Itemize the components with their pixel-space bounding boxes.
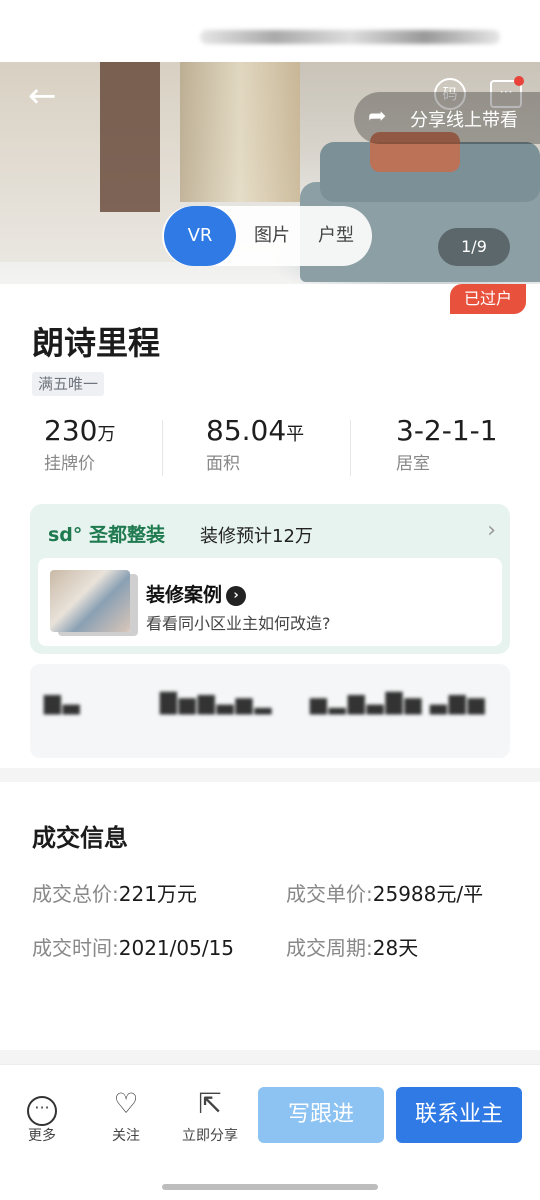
follow-label: 关注 [112,1128,140,1144]
deal-info-title: 成交信息 [32,824,128,852]
blurred-text: ▇▅▆▃▅▂ [160,690,274,715]
heart-icon: ♡ [113,1087,139,1120]
deal-date-value: 2021/05/15 [118,936,235,960]
stat-label: 挂牌价 [44,454,95,474]
stat-label: 面积 [206,454,240,474]
listing-tag: 满五唯一 [32,372,105,396]
share-now-label: 立即分享 [182,1128,238,1144]
divider [162,420,163,476]
follow-button[interactable]: ♡ 关注 [96,1087,156,1145]
media-tabs: VR 图片 户型 [162,206,372,266]
stat-area: 85.04平 面积 [206,414,304,474]
stat-value: 230 [44,414,98,447]
photo-door [100,62,160,212]
decoration-case-thumbnail [50,570,130,632]
share-icon: ⇱ [198,1087,222,1120]
deal-date-label: 成交时间: [32,936,119,960]
photo-shelf [180,62,300,202]
deal-unit-value: 25988元/平 [372,882,484,906]
status-bar [0,0,540,62]
more-icon: ··· [27,1096,57,1126]
more-label: 更多 [28,1128,56,1144]
blurred-status-content [200,30,500,44]
share-online-tour-label: 分享线上带看 [410,110,518,131]
blurred-text: ▆▃ [44,690,82,715]
divider [350,420,351,476]
section-divider [0,768,540,782]
deal-cycle-value: 28天 [372,936,419,960]
stat-label: 居室 [396,454,430,474]
home-indicator[interactable] [162,1184,378,1190]
tab-floorplan[interactable]: 户型 [306,206,366,266]
deal-unit-label: 成交单价: [286,882,373,906]
deal-total: 成交总价:221万元 [32,878,197,907]
section-divider [0,1050,540,1064]
deal-unit-price: 成交单价:25988元/平 [286,878,483,907]
deal-total-value: 221万元 [118,882,197,906]
contact-owner-button[interactable]: 联系业主 [396,1087,522,1143]
stat-unit: 万 [97,424,116,445]
decoration-brand-logo: sd° 圣都整装 [48,524,166,546]
transferred-badge: 已过户 [450,284,526,314]
decoration-case-panel[interactable]: 装修案例 › 看看同小区业主如何改造? [38,558,502,646]
more-button[interactable]: ··· 更多 [12,1087,72,1145]
blurred-text: ▃▆▅ [430,690,487,715]
share-arrow-icon: ➦ [368,104,387,129]
stat-unit: 平 [286,424,305,445]
deal-total-label: 成交总价: [32,882,119,906]
deal-cycle: 成交周期:28天 [286,932,418,961]
share-now-button[interactable]: ⇱ 立即分享 [180,1087,240,1145]
write-follow-up-button[interactable]: 写跟进 [258,1087,384,1143]
share-online-tour-button[interactable]: ➦ 分享线上带看 [354,92,540,144]
blurred-info-card[interactable]: ▆▃ ▇▅▆▃▅▂ ▅▂▆▃▇▅ ▃▆▅ [30,664,510,758]
page-title: 朗诗里程 [32,324,161,362]
photo-counter: 1/9 [438,228,510,266]
tab-photos[interactable]: 图片 [242,206,302,266]
deal-cycle-label: 成交周期: [286,936,373,960]
chevron-right-icon[interactable]: › [487,518,496,543]
notification-dot [514,76,524,86]
decoration-case-title-text: 装修案例 [146,584,223,606]
bottom-action-bar: ··· 更多 ♡ 关注 ⇱ 立即分享 写跟进 联系业主 [0,1064,540,1200]
stat-price: 230万 挂牌价 [44,414,115,474]
tab-vr[interactable]: VR [164,206,236,266]
stat-rooms: 3-2-1-1 居室 [396,414,498,474]
deal-date: 成交时间:2021/05/15 [32,932,234,961]
stat-value: 85.04 [206,414,287,447]
decoration-case-subtitle: 看看同小区业主如何改造? [146,614,331,633]
decoration-card[interactable]: sd° 圣都整装 装修预计12万 › 装修案例 › 看看同小区业主如何改造? [30,504,510,654]
stat-value: 3-2-1-1 [396,414,498,447]
arrow-circle-icon: › [226,586,247,606]
decoration-case-title: 装修案例 › [146,580,247,607]
back-arrow-icon[interactable]: ← [28,79,64,113]
blurred-text: ▅▂▆▃▇▅ [310,690,424,715]
decoration-budget: 装修预计12万 [200,526,313,547]
